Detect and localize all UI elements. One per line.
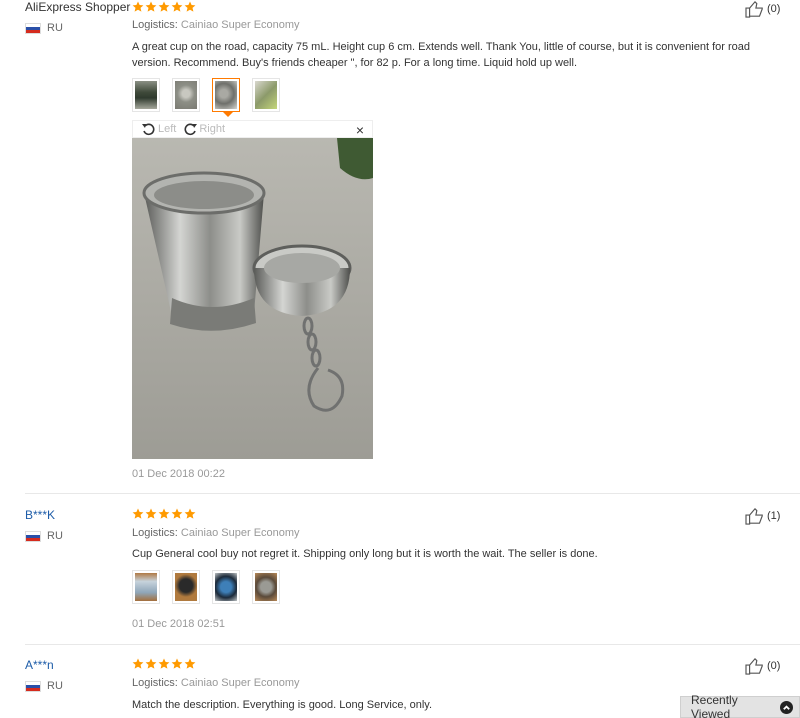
thumbs-up-icon — [745, 507, 763, 525]
star-icon — [132, 1, 144, 12]
recently-viewed-label: Recently Viewed — [691, 693, 738, 718]
review-text: A great cup on the road, capacity 75 mL.… — [132, 41, 750, 69]
rotate-right-label: Right — [199, 123, 226, 135]
country-code: RU — [47, 680, 63, 692]
rotate-right-button[interactable]: Right — [182, 121, 225, 137]
review-photo-large — [132, 138, 373, 459]
review-divider — [25, 493, 800, 494]
reviewer-name[interactable]: A***n — [25, 658, 54, 672]
star-icon — [145, 508, 157, 519]
helpful-count: (0) — [767, 3, 781, 15]
star-icon — [184, 1, 196, 12]
photo-thumbnail[interactable] — [172, 78, 200, 112]
reviewer-name: AliExpress Shopper — [25, 0, 131, 14]
star-icon — [171, 508, 183, 519]
star-icon — [184, 508, 196, 519]
close-icon[interactable]: × — [356, 122, 364, 138]
review-photos — [132, 570, 280, 604]
rotate-right-icon — [184, 123, 198, 136]
logistics-value: Cainiao Super Economy — [180, 677, 300, 689]
logistics-label: Logistics: — [132, 527, 178, 539]
photo-thumbnail[interactable] — [132, 78, 160, 112]
photo-thumbnail[interactable] — [172, 570, 200, 604]
photo-thumbnail[interactable] — [212, 570, 240, 604]
star-rating — [132, 508, 196, 520]
helpful-button[interactable]: (0) — [745, 0, 780, 18]
review-date: 01 Dec 2018 02:51 — [132, 618, 225, 630]
photo-viewer: Left Right × — [132, 120, 373, 459]
reviewer-country: RU — [25, 22, 63, 34]
review-date: 01 Dec 2018 00:22 — [132, 468, 225, 480]
review-divider — [25, 644, 800, 645]
logistics-info: Logistics: Cainiao Super Economy — [132, 19, 300, 31]
flag-ru-icon — [25, 530, 41, 542]
star-rating — [132, 1, 196, 13]
star-icon — [132, 508, 144, 519]
recently-viewed-button[interactable]: Recently Viewed — [680, 693, 800, 718]
rotate-left-icon — [142, 123, 155, 136]
photo-thumbnail-active[interactable] — [212, 78, 240, 117]
star-icon — [171, 1, 183, 12]
star-icon — [158, 1, 170, 12]
review-text: Cup General cool buy not regret it. Ship… — [132, 548, 598, 560]
reviewer-name[interactable]: B***K — [25, 508, 55, 522]
photo-thumbnail[interactable] — [132, 570, 160, 604]
star-icon — [171, 658, 183, 669]
rotate-left-label: Left — [158, 123, 177, 135]
logistics-info: Logistics: Cainiao Super Economy — [132, 677, 300, 689]
reviewer-country: RU — [25, 680, 63, 692]
reviewer-country: RU — [25, 530, 63, 542]
helpful-count: (0) — [767, 660, 781, 672]
logistics-label: Logistics: — [132, 19, 178, 31]
thumbs-up-icon — [745, 657, 763, 675]
helpful-button[interactable]: (0) — [745, 657, 780, 675]
photo-viewer-toolbar: Left Right × — [132, 120, 373, 138]
star-rating — [132, 658, 196, 670]
review-photos — [132, 78, 280, 117]
flag-ru-icon — [25, 680, 41, 692]
star-icon — [145, 1, 157, 12]
star-icon — [184, 658, 196, 669]
star-icon — [158, 658, 170, 669]
flag-ru-icon — [25, 22, 41, 34]
rotate-left-button[interactable]: Left — [141, 121, 176, 137]
star-icon — [158, 508, 170, 519]
logistics-value: Cainiao Super Economy — [180, 19, 300, 31]
logistics-info: Logistics: Cainiao Super Economy — [132, 527, 300, 539]
star-icon — [145, 658, 157, 669]
chevron-up-icon — [780, 700, 793, 714]
logistics-value: Cainiao Super Economy — [180, 527, 300, 539]
logistics-label: Logistics: — [132, 677, 178, 689]
photo-thumbnail[interactable] — [252, 78, 280, 112]
helpful-count: (1) — [767, 510, 781, 522]
helpful-button[interactable]: (1) — [745, 507, 780, 525]
photo-thumbnail[interactable] — [252, 570, 280, 604]
thumbs-up-icon — [745, 0, 763, 18]
country-code: RU — [47, 530, 63, 542]
star-icon — [132, 658, 144, 669]
country-code: RU — [47, 22, 63, 34]
